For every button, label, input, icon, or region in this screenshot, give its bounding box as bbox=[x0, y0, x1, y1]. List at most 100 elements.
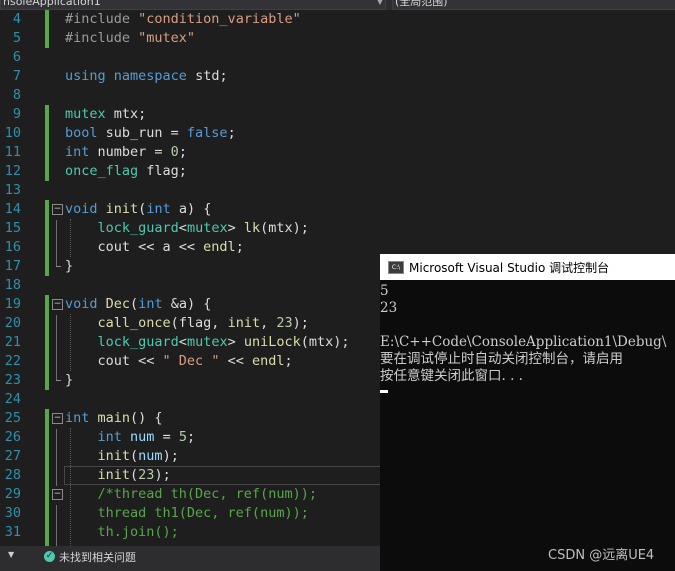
code-line[interactable]: th.join(); bbox=[65, 523, 179, 542]
code-line[interactable]: once_flag flag; bbox=[65, 162, 187, 181]
code-token: (mtx); bbox=[300, 334, 350, 350]
line-number: 26 bbox=[4, 429, 21, 445]
code-line[interactable]: init(num); bbox=[65, 447, 179, 466]
fold-scope-end bbox=[56, 266, 61, 267]
code-token: 23 bbox=[276, 315, 293, 331]
debug-console-window[interactable]: C:\ Microsoft Visual Studio 调试控制台 5 23 E:\… bbox=[380, 254, 675, 571]
code-line[interactable]: } bbox=[65, 371, 73, 390]
code-line[interactable]: mutex mtx; bbox=[65, 105, 146, 124]
code-token: namespace bbox=[113, 68, 187, 84]
code-line[interactable]: bool sub_run = false; bbox=[65, 124, 236, 143]
global-scope-dropdown[interactable]: (全局范围) bbox=[392, 0, 675, 10]
code-line[interactable]: } bbox=[65, 257, 73, 276]
line-number: 30 bbox=[4, 505, 21, 521]
code-token: (mtx); bbox=[260, 220, 309, 236]
code-token: void bbox=[65, 296, 98, 312]
code-token: bool bbox=[65, 125, 98, 141]
code-line[interactable]: lock_guard<mutex> lk(mtx); bbox=[65, 219, 309, 238]
code-line[interactable]: int num = 5; bbox=[65, 428, 196, 447]
console-output-line: 要在调试停止时自动关闭控制台，请启用 bbox=[380, 351, 623, 367]
code-token: mutex bbox=[65, 106, 106, 122]
line-number: 18 bbox=[4, 277, 21, 293]
editor-status-bar: ▼ ✓ 未找到相关问题 bbox=[0, 546, 380, 571]
line-number: 28 bbox=[4, 467, 21, 483]
line-number: 31 bbox=[4, 524, 21, 540]
code-line[interactable]: call_once(flag, init, 23); bbox=[65, 314, 309, 333]
line-number: 25 bbox=[4, 410, 21, 426]
code-token: int bbox=[146, 201, 171, 217]
code-token: init bbox=[227, 315, 261, 331]
line-number: 21 bbox=[4, 334, 21, 350]
line-number: 15 bbox=[4, 220, 21, 236]
console-output-line: 按任意键关闭此窗口. . . bbox=[380, 368, 523, 384]
code-line[interactable]: #include "condition_variable" bbox=[65, 10, 301, 29]
code-token: "mutex" bbox=[138, 30, 196, 46]
code-line[interactable]: thread th1(Dec, ref(num)); bbox=[65, 504, 309, 523]
code-token: int bbox=[65, 144, 90, 160]
collapse-toggle-icon[interactable]: − bbox=[52, 299, 63, 310]
indent-guide bbox=[70, 219, 71, 257]
collapse-toggle-icon[interactable]: − bbox=[52, 204, 63, 215]
line-number: 20 bbox=[4, 315, 21, 331]
code-token: init bbox=[105, 201, 139, 217]
code-token: } bbox=[65, 258, 74, 274]
code-token: /*thread th(Dec, ref(num)); bbox=[65, 486, 317, 502]
dropdown-arrow-icon[interactable]: ▼ bbox=[8, 550, 14, 559]
collapse-toggle-icon[interactable]: − bbox=[52, 413, 63, 424]
code-line[interactable]: using namespace std; bbox=[65, 67, 228, 86]
code-token: #include bbox=[65, 30, 139, 46]
code-token: num bbox=[138, 448, 163, 464]
code-line[interactable]: #include "mutex" bbox=[65, 29, 195, 48]
code-line[interactable]: void Dec(int &a) { bbox=[65, 295, 211, 314]
change-bar bbox=[45, 105, 49, 181]
current-line-highlight bbox=[64, 466, 382, 485]
line-number: 11 bbox=[4, 144, 21, 160]
code-line[interactable]: /*thread th(Dec, ref(num)); bbox=[65, 485, 317, 504]
console-output-line: 5 bbox=[380, 283, 389, 299]
line-number: 9 bbox=[12, 106, 21, 122]
line-number: 13 bbox=[4, 182, 21, 198]
code-token: mutex bbox=[186, 334, 228, 350]
project-scope-dropdown[interactable]: nsoleApplication1 ▼ bbox=[0, 0, 386, 10]
code-line[interactable]: lock_guard<mutex> uniLock(mtx); bbox=[65, 333, 350, 352]
code-token: ( bbox=[130, 296, 139, 312]
indent-guide bbox=[70, 314, 71, 371]
code-token: lk bbox=[243, 220, 261, 236]
fold-scope-line bbox=[56, 220, 57, 266]
chevron-down-icon: ▼ bbox=[376, 0, 383, 6]
code-line[interactable]: int number = 0; bbox=[65, 143, 187, 162]
code-token: thread th1(Dec, ref(num)); bbox=[65, 505, 309, 521]
change-bar bbox=[45, 200, 49, 276]
collapse-toggle-icon[interactable]: − bbox=[52, 489, 63, 500]
indent-guide bbox=[70, 428, 71, 546]
console-app-icon: C:\ bbox=[388, 261, 404, 274]
fold-scope-end bbox=[56, 380, 61, 381]
code-token: ; bbox=[227, 125, 236, 141]
code-line[interactable]: cout << a << endl; bbox=[65, 238, 244, 257]
code-token: int bbox=[138, 296, 163, 312]
fold-scope-line bbox=[56, 315, 57, 380]
code-token: ; bbox=[178, 144, 187, 160]
code-line[interactable]: cout << " Dec " << endl; bbox=[65, 352, 293, 371]
code-token: once_flag bbox=[65, 163, 139, 179]
fold-scope-line bbox=[56, 505, 57, 546]
code-line[interactable]: int main() { bbox=[65, 409, 163, 428]
code-token: flag; bbox=[138, 163, 187, 179]
code-token: uniLock bbox=[243, 334, 301, 350]
line-number: 6 bbox=[12, 49, 21, 65]
console-title-bar[interactable]: C:\ Microsoft Visual Studio 调试控制台 bbox=[380, 254, 675, 280]
change-bar bbox=[45, 10, 49, 48]
code-line[interactable]: void init(int a) { bbox=[65, 200, 211, 219]
code-token: #include bbox=[65, 11, 139, 27]
issues-status-text[interactable]: 未找到相关问题 bbox=[59, 549, 136, 565]
line-number: 8 bbox=[12, 87, 21, 103]
code-token: mutex bbox=[186, 220, 228, 236]
code-token: ); bbox=[162, 448, 179, 464]
code-editor[interactable]: 4 5 6 7 8 9 10 11 12 13 14 15 16 17 18 19 20 21 22 23 24 25 26… bbox=[0, 0, 382, 571]
console-output-line: E:\C++Code\ConsoleApplication1\Debug\ bbox=[380, 334, 667, 350]
code-token: () { bbox=[130, 410, 163, 426]
code-token: std; bbox=[186, 68, 228, 84]
line-number: 23 bbox=[4, 372, 21, 388]
line-number: 7 bbox=[12, 68, 21, 84]
